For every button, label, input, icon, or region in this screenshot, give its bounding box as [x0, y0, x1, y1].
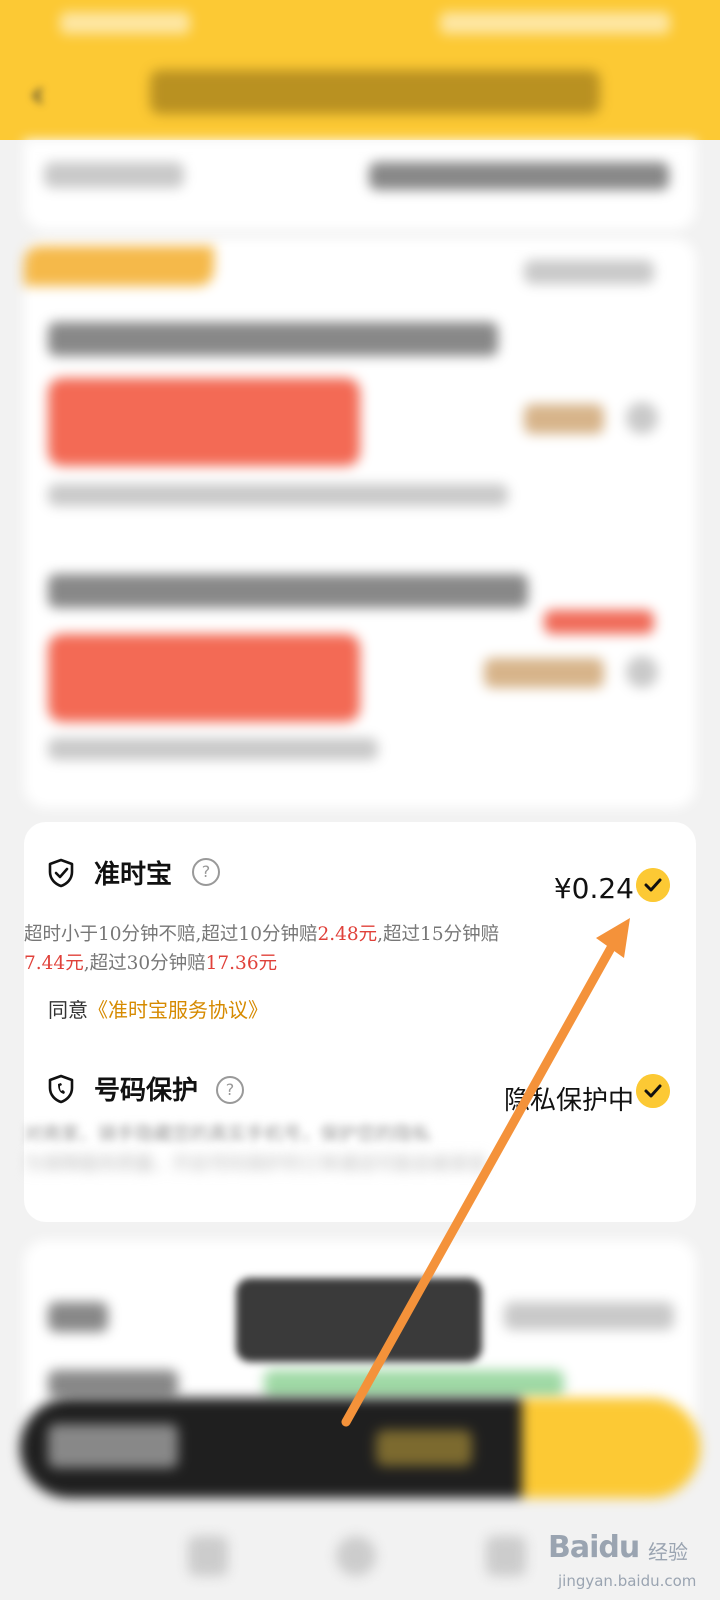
- nav-home-icon[interactable]: [336, 1536, 376, 1576]
- watermark-url: jingyan.baidu.com: [558, 1572, 697, 1590]
- on-time-desc-part2: ,超过15分钟赔: [377, 924, 500, 945]
- coupon-meta-1-blurred: [48, 484, 508, 506]
- total-price-blurred: [48, 1424, 178, 1468]
- coupon-rules-link-blurred[interactable]: [524, 260, 654, 284]
- on-time-help-icon[interactable]: ?: [192, 858, 220, 886]
- tableware-label-blurred: [48, 1370, 178, 1398]
- on-time-amount-3: 17.36元: [205, 953, 278, 974]
- agreement-line: 同意《准时宝服务协议》: [48, 994, 268, 1023]
- tableware-value-blurred: [264, 1370, 564, 1398]
- checkout-bar: [20, 1398, 700, 1498]
- on-time-amount-1: 2.48元: [317, 924, 378, 945]
- delivery-info-card: [24, 140, 696, 230]
- nav-back-icon[interactable]: [188, 1536, 228, 1576]
- number-protect-desc-2: 为保障服务质量，开启号码保护的订单通话可能会被录音: [24, 1154, 487, 1175]
- coupon-help-1-blurred[interactable]: [626, 402, 658, 434]
- coupon-tag-blurred: [24, 246, 214, 286]
- number-protect-help-icon[interactable]: ?: [216, 1076, 244, 1104]
- watermark-brand: Baidu: [548, 1530, 640, 1565]
- toast-message-blurred: [236, 1278, 482, 1362]
- coupon-card: [24, 238, 696, 808]
- on-time-desc-part1: 超时小于10分钟不赔,超过10分钟赔: [24, 924, 318, 945]
- coupon-badge-2-blurred: [544, 610, 654, 634]
- back-arrow-icon[interactable]: ‹: [30, 75, 62, 113]
- delivery-time-blurred: [369, 162, 669, 190]
- coupon-points-2-blurred: [484, 658, 604, 688]
- submit-order-button[interactable]: [522, 1398, 700, 1498]
- discount-text-blurred: [376, 1430, 472, 1466]
- number-protect-desc-1: 对商家、骑手隐藏您的真实手机号，保护您的隐私: [24, 1124, 432, 1145]
- coupon-title-1-blurred: [48, 322, 498, 356]
- agreement-link[interactable]: 《准时宝服务协议》: [88, 998, 268, 1022]
- shield-phone-icon: [48, 1074, 74, 1104]
- baidu-watermark: Baidu 经验 jingyan.baidu.com: [548, 1530, 718, 1596]
- on-time-check-icon[interactable]: [636, 868, 670, 902]
- status-left-blurred: [60, 12, 190, 34]
- delivery-label-blurred: [44, 162, 184, 188]
- coupon-points-1-blurred: [524, 404, 604, 434]
- privacy-status: 隐私保护中: [503, 1086, 634, 1116]
- coupon-button-1-blurred[interactable]: [48, 378, 360, 466]
- status-bar: [0, 0, 720, 50]
- on-time-amount-2: 7.44元: [24, 953, 84, 974]
- watermark-sub: 经验: [648, 1540, 688, 1564]
- coupon-button-2-blurred[interactable]: [48, 634, 360, 722]
- coupon-help-2-blurred[interactable]: [626, 656, 658, 688]
- number-protect-check-icon[interactable]: [636, 1074, 670, 1108]
- header-bar: ‹: [0, 0, 720, 140]
- number-protect-title: 号码保护: [94, 1076, 199, 1106]
- store-title-blurred: [150, 70, 600, 114]
- on-time-description: 超时小于10分钟不赔,超过10分钟赔2.48元,超过15分钟赔 7.44元,超过3…: [24, 920, 644, 978]
- coupon-meta-2-blurred: [48, 738, 378, 760]
- nav-recents-icon[interactable]: [486, 1536, 526, 1576]
- on-time-price: ¥0.24: [553, 872, 634, 905]
- remarks-label-blurred: [48, 1302, 108, 1332]
- shield-check-icon: [48, 858, 74, 888]
- remarks-value-blurred[interactable]: [504, 1302, 674, 1330]
- on-time-title: 准时宝: [94, 860, 173, 890]
- status-right-blurred: [440, 12, 670, 34]
- on-time-desc-part3: ,超过30分钟赔: [83, 953, 206, 974]
- agree-prefix: 同意: [48, 998, 88, 1022]
- coupon-title-2-blurred: [48, 574, 528, 608]
